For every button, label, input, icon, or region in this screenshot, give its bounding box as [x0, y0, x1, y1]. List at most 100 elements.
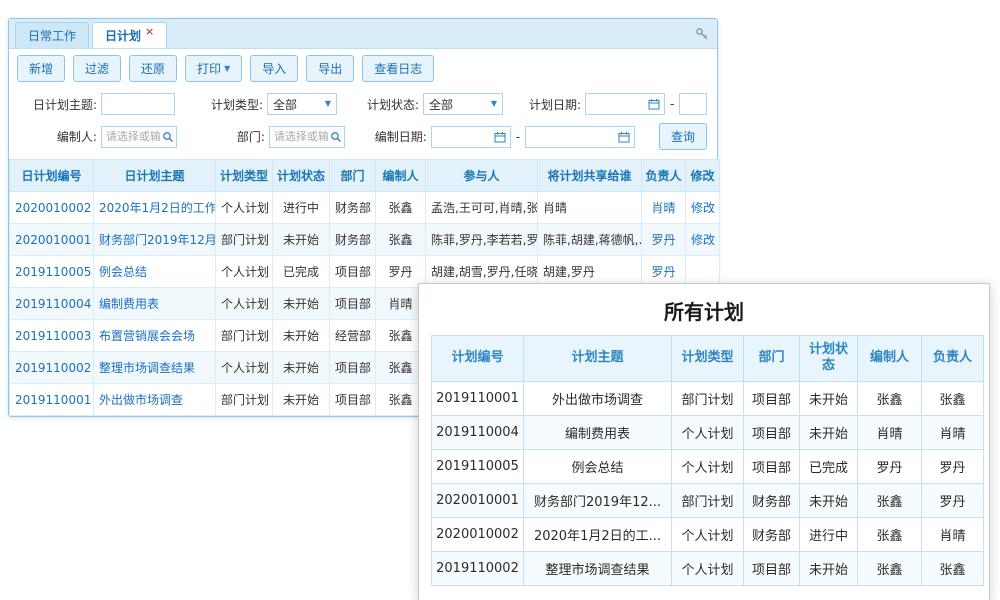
owner-link[interactable]: 肖晴 [642, 192, 686, 224]
range-separator: - [516, 130, 520, 144]
import-button[interactable]: 导入 [250, 55, 298, 82]
plan-subject-link[interactable]: 财务部门2019年12月的... [94, 224, 216, 256]
table-row[interactable]: 2019110004编制费用表个人计划项目部未开始肖晴肖晴 [432, 415, 984, 449]
tab-daily-plan[interactable]: 日计划 × [92, 22, 167, 48]
plan-type: 个人计划 [672, 415, 744, 449]
plan-status: 已完成 [273, 256, 330, 288]
plan-status: 未开始 [273, 224, 330, 256]
print-button[interactable]: 打印 ▼ [185, 55, 242, 82]
column-header[interactable]: 负责人 [642, 160, 686, 192]
plan-id-link[interactable]: 2019110001 [10, 384, 94, 416]
plan-type: 个人计划 [672, 449, 744, 483]
chevron-down-icon: ▼ [491, 100, 497, 108]
plan-date-from-input[interactable] [585, 93, 665, 115]
created-date-from-input[interactable] [431, 126, 511, 148]
plan-date-label: 计划日期: [519, 96, 581, 113]
creator: 张鑫 [858, 551, 922, 585]
department: 项目部 [330, 384, 376, 416]
dept-input[interactable] [269, 126, 345, 148]
plan-status: 未开始 [273, 384, 330, 416]
status-select[interactable]: 全部 ▼ [423, 93, 503, 115]
column-header[interactable]: 日计划主题 [94, 160, 216, 192]
owner-link[interactable]: 罗丹 [642, 224, 686, 256]
header-row: 日计划编号日计划主题计划类型计划状态部门编制人参与人将计划共享给谁负责人修改 [10, 160, 720, 192]
plan-id-link[interactable]: 2019110002 [10, 352, 94, 384]
chevron-down-icon: ▼ [224, 65, 230, 73]
key-icon[interactable] [695, 26, 709, 45]
table-row[interactable]: 20200100022020年1月2日的工...个人计划财务部进行中张鑫肖晴 [432, 517, 984, 551]
subject-input[interactable] [101, 93, 175, 115]
column-header[interactable]: 参与人 [426, 160, 538, 192]
participants: 孟浩,王可可,肖晴,张鑫 [426, 192, 538, 224]
plan-id: 2019110002 [432, 551, 524, 585]
plan-status: 未开始 [800, 551, 858, 585]
creator: 罗丹 [858, 449, 922, 483]
close-tab-icon[interactable]: × [145, 26, 154, 37]
column-header[interactable]: 计划类型 [216, 160, 273, 192]
plan-subject-link[interactable]: 布置营销展会会场 [94, 320, 216, 352]
column-header[interactable]: 计划状态 [800, 336, 858, 382]
department: 财务部 [330, 224, 376, 256]
plan-id-link[interactable]: 2019110005 [10, 256, 94, 288]
table-row[interactable]: 2019110001外出做市场调查部门计划项目部未开始张鑫张鑫 [432, 381, 984, 415]
calendar-icon [648, 98, 660, 110]
department: 项目部 [330, 288, 376, 320]
creator-input[interactable] [101, 126, 177, 148]
plan-id-link[interactable]: 2019110003 [10, 320, 94, 352]
column-header[interactable]: 修改 [686, 160, 720, 192]
type-select[interactable]: 全部 ▼ [267, 93, 337, 115]
column-header[interactable]: 计划状态 [273, 160, 330, 192]
column-header[interactable]: 日计划编号 [10, 160, 94, 192]
export-button[interactable]: 导出 [306, 55, 354, 82]
column-header[interactable]: 将计划共享给谁 [538, 160, 642, 192]
column-header[interactable]: 计划编号 [432, 336, 524, 382]
plan-subject-link[interactable]: 2020年1月2日的工作日... [94, 192, 216, 224]
column-header[interactable]: 编制人 [376, 160, 426, 192]
share-with: 肖晴 [538, 192, 642, 224]
plan-status: 未开始 [273, 352, 330, 384]
column-header[interactable]: 计划类型 [672, 336, 744, 382]
search-button[interactable]: 查询 [659, 123, 707, 150]
plan-id: 2019110005 [432, 449, 524, 483]
column-header[interactable]: 计划主题 [524, 336, 672, 382]
owner: 罗丹 [922, 483, 984, 517]
column-header[interactable]: 负责人 [922, 336, 984, 382]
view-log-button[interactable]: 查看日志 [362, 55, 434, 82]
department: 财务部 [330, 192, 376, 224]
plan-subject-link[interactable]: 外出做市场调查 [94, 384, 216, 416]
table-row[interactable]: 2019110002整理市场调查结果个人计划项目部未开始张鑫张鑫 [432, 551, 984, 585]
plan-id: 2019110004 [432, 415, 524, 449]
department: 经营部 [330, 320, 376, 352]
plan-subject-link[interactable]: 编制费用表 [94, 288, 216, 320]
table-row[interactable]: 2020010001财务部门2019年12...部门计划财务部未开始张鑫罗丹 [432, 483, 984, 517]
add-button[interactable]: 新增 [17, 55, 65, 82]
owner: 张鑫 [922, 381, 984, 415]
department: 项目部 [744, 381, 800, 415]
table-row[interactable]: 2020010001财务部门2019年12月的...部门计划未开始财务部张鑫陈菲… [10, 224, 720, 256]
table-row[interactable]: 20200100022020年1月2日的工作日...个人计划进行中财务部张鑫孟浩… [10, 192, 720, 224]
modify-link[interactable]: 修改 [686, 192, 720, 224]
modify-link[interactable]: 修改 [686, 224, 720, 256]
owner: 肖晴 [922, 415, 984, 449]
tab-daily-work[interactable]: 日常工作 [15, 22, 89, 48]
calendar-icon [618, 131, 630, 143]
column-header[interactable]: 部门 [330, 160, 376, 192]
column-header[interactable]: 编制人 [858, 336, 922, 382]
department: 项目部 [744, 449, 800, 483]
plan-date-to-input[interactable] [679, 93, 707, 115]
restore-button[interactable]: 还原 [129, 55, 177, 82]
plan-id-link[interactable]: 2020010001 [10, 224, 94, 256]
share-with: 陈菲,胡建,蒋德帆,... [538, 224, 642, 256]
calendar-icon [494, 131, 506, 143]
column-header[interactable]: 部门 [744, 336, 800, 382]
created-date-to-input[interactable] [525, 126, 635, 148]
plan-subject-link[interactable]: 例会总结 [94, 256, 216, 288]
dept-label: 部门: [203, 128, 265, 145]
plan-id-link[interactable]: 2019110004 [10, 288, 94, 320]
table-row[interactable]: 2019110005例会总结个人计划项目部已完成罗丹罗丹 [432, 449, 984, 483]
creator-search-field [101, 126, 177, 148]
filter-button[interactable]: 过滤 [73, 55, 121, 82]
plan-id-link[interactable]: 2020010002 [10, 192, 94, 224]
plan-subject-link[interactable]: 整理市场调查结果 [94, 352, 216, 384]
plan-type: 部门计划 [216, 224, 273, 256]
